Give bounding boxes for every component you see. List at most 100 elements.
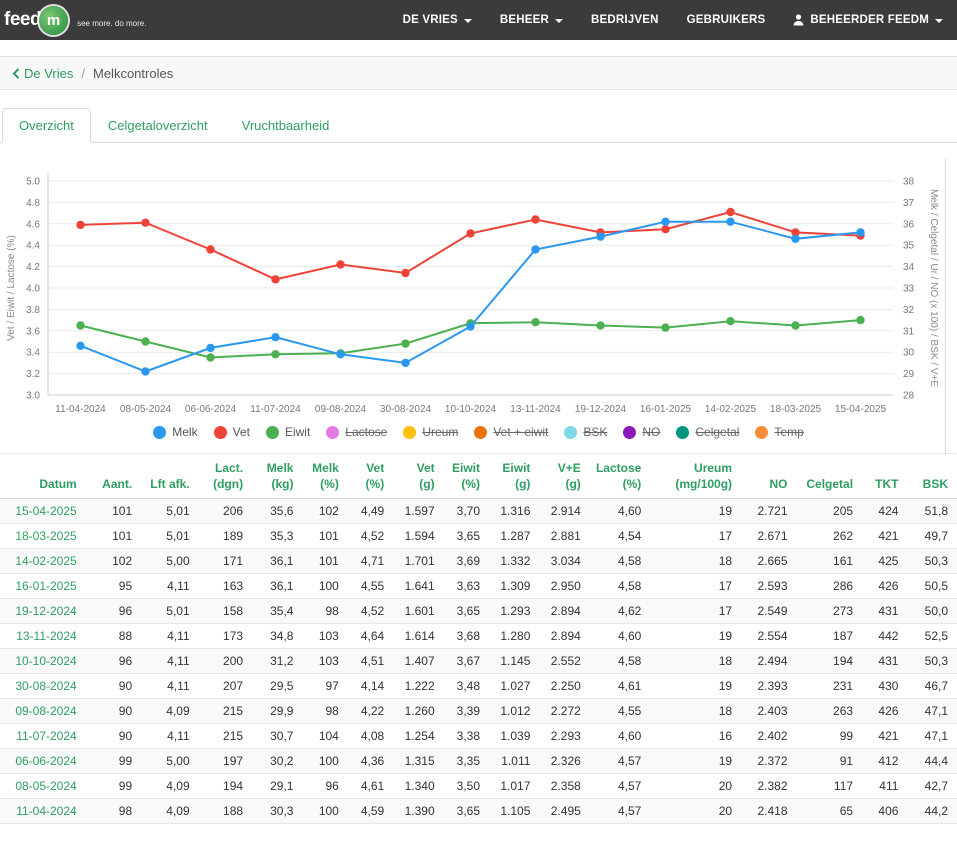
cell-no: 2.554	[741, 624, 796, 649]
cell-melk: 100	[302, 574, 347, 599]
cell-v-e-g: 2.894	[539, 624, 589, 649]
cell-bsk: 47,1	[907, 699, 957, 724]
tab-vruchtbaarheid[interactable]: Vruchtbaarheid	[225, 108, 347, 143]
cell-lact-dgn: 215	[199, 699, 252, 724]
row-date-link[interactable]: 09-08-2024	[0, 699, 86, 724]
cell-melk: 103	[302, 649, 347, 674]
cell-aant: 99	[86, 774, 141, 799]
cell-aant: 96	[86, 649, 141, 674]
cell-ureum-mg-100g: 18	[650, 699, 741, 724]
svg-text:31: 31	[903, 326, 915, 337]
cell-vet-g: 1.390	[393, 799, 443, 824]
cell-lactose: 4,60	[590, 624, 651, 649]
row-date-link[interactable]: 14-02-2025	[0, 549, 86, 574]
cell-vet: 4,64	[348, 624, 393, 649]
row-date-link[interactable]: 11-04-2024	[0, 799, 86, 824]
cell-melk: 100	[302, 749, 347, 774]
row-date-link[interactable]: 15-04-2025	[0, 499, 86, 524]
cell-lft-afk: 4,09	[141, 699, 198, 724]
cell-bsk: 47,1	[907, 724, 957, 749]
cell-v-e-g: 2.881	[539, 524, 589, 549]
cell-no: 2.403	[741, 699, 796, 724]
cell-v-e-g: 2.894	[539, 599, 589, 624]
cell-lactose: 4,62	[590, 599, 651, 624]
column-header-tkt: TKT	[862, 454, 907, 499]
nav-item-beheer[interactable]: BEHEER	[500, 14, 563, 26]
svg-text:32: 32	[903, 305, 915, 316]
cell-celgetal: 161	[797, 549, 863, 574]
cell-melk: 101	[302, 549, 347, 574]
cell-lactose: 4,60	[590, 499, 651, 524]
row-date-link[interactable]: 13-11-2024	[0, 624, 86, 649]
nav-item-de-vries[interactable]: DE VRIES	[403, 14, 472, 26]
chevron-left-icon	[12, 68, 20, 79]
cell-v-e-g: 2.495	[539, 799, 589, 824]
series-color-dot	[755, 426, 768, 439]
legend-item-temp[interactable]: Temp	[755, 425, 803, 439]
row-date-link[interactable]: 08-05-2024	[0, 774, 86, 799]
svg-text:30: 30	[903, 348, 915, 359]
cell-celgetal: 91	[797, 749, 863, 774]
row-date-link[interactable]: 30-08-2024	[0, 674, 86, 699]
legend-item-vet-eiwit[interactable]: Vet + eiwit	[474, 425, 548, 439]
row-date-link[interactable]: 16-01-2025	[0, 574, 86, 599]
cell-celgetal: 117	[797, 774, 863, 799]
cell-v-e-g: 3.034	[539, 549, 589, 574]
nav-item-gebruikers[interactable]: GEBRUIKERS	[687, 14, 766, 26]
legend-item-eiwit[interactable]: Eiwit	[266, 425, 310, 439]
row-date-link[interactable]: 18-03-2025	[0, 524, 86, 549]
series-color-dot	[676, 426, 689, 439]
cell-ureum-mg-100g: 19	[650, 624, 741, 649]
legend-item-ureum[interactable]: Ureum	[403, 425, 458, 439]
svg-text:34: 34	[903, 262, 915, 273]
svg-text:06-06-2024: 06-06-2024	[185, 404, 237, 415]
cell-bsk: 42,7	[907, 774, 957, 799]
cell-eiwit-g: 1.145	[489, 649, 539, 674]
tab-celgetaloverzicht[interactable]: Celgetaloverzicht	[91, 108, 225, 143]
svg-text:3.4: 3.4	[26, 348, 40, 359]
cell-lact-dgn: 189	[199, 524, 252, 549]
cell-eiwit-g: 1.293	[489, 599, 539, 624]
nav-item-beheerder-feedm[interactable]: BEHEERDER FEEDM	[793, 14, 943, 26]
svg-text:4.8: 4.8	[26, 198, 40, 209]
nav-item-bedrijven[interactable]: BEDRIJVEN	[591, 14, 659, 26]
legend-item-melk[interactable]: Melk	[153, 425, 197, 439]
row-date-link[interactable]: 19-12-2024	[0, 599, 86, 624]
cell-aant: 98	[86, 799, 141, 824]
svg-text:19-12-2024: 19-12-2024	[575, 404, 627, 415]
svg-text:5.0: 5.0	[26, 177, 40, 188]
column-header-melk: Melk(%)	[302, 454, 347, 499]
cell-tkt: 426	[862, 574, 907, 599]
cell-no: 2.402	[741, 724, 796, 749]
svg-text:38: 38	[903, 177, 915, 188]
legend-item-celgetal[interactable]: Celgetal	[676, 425, 739, 439]
cell-vet-g: 1.597	[393, 499, 443, 524]
cell-aant: 101	[86, 499, 141, 524]
cell-lactose: 4,60	[590, 724, 651, 749]
legend-item-no[interactable]: NO	[623, 425, 660, 439]
svg-text:4.2: 4.2	[26, 262, 40, 273]
series-color-dot	[266, 426, 279, 439]
cell-melk-kg: 30,2	[252, 749, 302, 774]
milk-controls-table: DatumAant.Lft afk.Lact.(dgn)Melk(kg)Melk…	[0, 453, 957, 824]
legend-item-bsk[interactable]: BSK	[564, 425, 607, 439]
cell-eiwit-g: 1.332	[489, 549, 539, 574]
cell-eiwit-g: 1.039	[489, 724, 539, 749]
tab-overzicht[interactable]: Overzicht	[2, 108, 91, 143]
cell-tkt: 431	[862, 649, 907, 674]
legend-item-lactose[interactable]: Lactose	[326, 425, 387, 439]
row-date-link[interactable]: 10-10-2024	[0, 649, 86, 674]
table-row: 15-04-20251015,0120635,61024,491.5973,70…	[0, 499, 957, 524]
row-date-link[interactable]: 06-06-2024	[0, 749, 86, 774]
cell-eiwit-g: 1.287	[489, 524, 539, 549]
series-color-dot	[403, 426, 416, 439]
breadcrumb-back-link[interactable]: De Vries	[12, 66, 73, 81]
cell-lactose: 4,58	[590, 574, 651, 599]
app-logo[interactable]: feed m see more. do more.	[2, 6, 146, 35]
chart-scrollbar[interactable]	[945, 159, 946, 455]
svg-text:29: 29	[903, 369, 915, 380]
legend-item-vet[interactable]: Vet	[214, 425, 250, 439]
row-date-link[interactable]: 11-07-2024	[0, 724, 86, 749]
cell-eiwit: 3,65	[444, 799, 489, 824]
cell-celgetal: 273	[797, 599, 863, 624]
